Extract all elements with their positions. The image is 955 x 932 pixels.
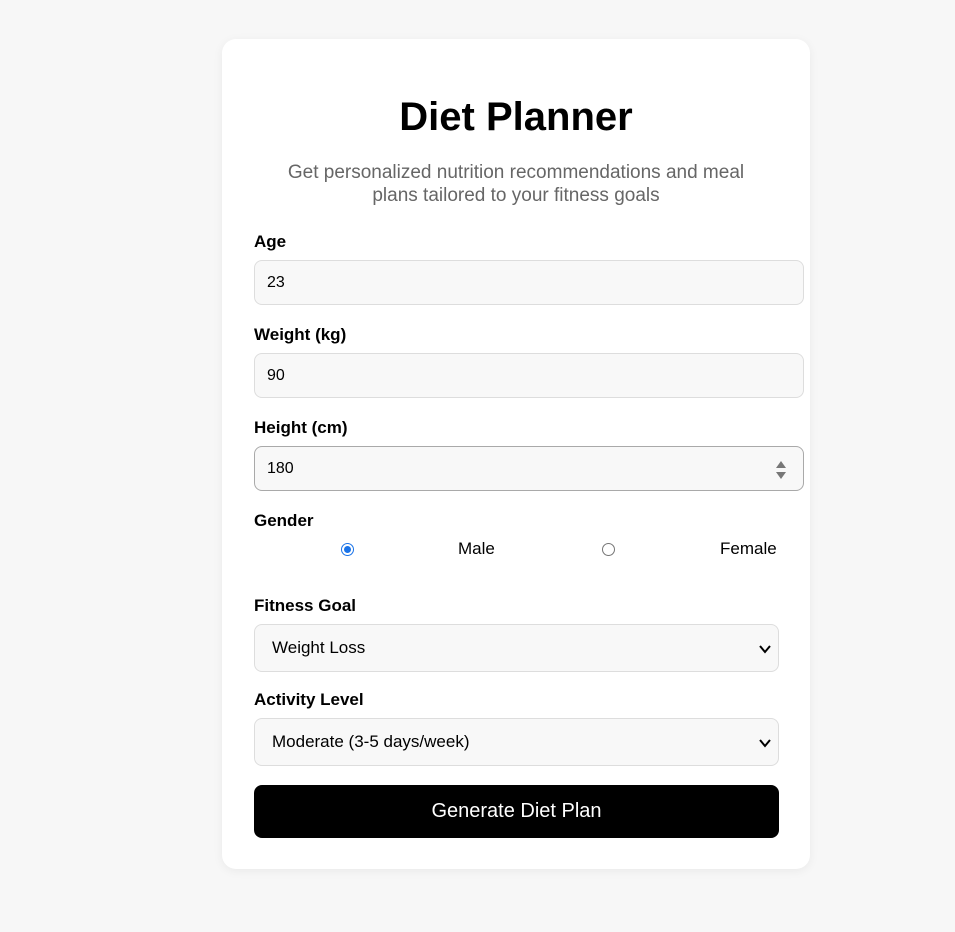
generate-diet-plan-button[interactable]: Generate Diet Plan — [254, 785, 779, 838]
page-title: Diet Planner — [399, 95, 633, 139]
activity-level-label: Activity Level — [254, 690, 364, 709]
activity-level-selected: Moderate (3-5 days/week) — [272, 732, 470, 751]
gender-label: Gender — [254, 511, 314, 530]
chevron-down-icon — [759, 645, 771, 654]
weight-input[interactable]: 90 — [254, 353, 804, 398]
gender-radio-group: Male Female — [254, 539, 779, 563]
activity-level-select[interactable]: Moderate (3-5 days/week) — [254, 718, 779, 766]
diet-planner-card: Diet Planner Get personalized nutrition … — [222, 39, 810, 869]
chevron-down-icon — [759, 739, 771, 748]
number-spinner-icon[interactable] — [775, 460, 787, 480]
weight-value: 90 — [267, 366, 285, 384]
height-value: 180 — [267, 459, 294, 477]
fitness-goal-selected: Weight Loss — [272, 638, 366, 657]
age-label: Age — [254, 232, 287, 251]
age-value: 23 — [267, 273, 285, 291]
height-label: Height (cm) — [254, 418, 348, 437]
fitness-goal-select[interactable]: Weight Loss — [254, 624, 779, 672]
gender-female-label[interactable]: Female — [720, 539, 777, 559]
fitness-goal-label: Fitness Goal — [254, 596, 357, 615]
age-input[interactable]: 23 — [254, 260, 804, 305]
weight-label: Weight (kg) — [254, 325, 347, 344]
gender-male-label[interactable]: Male — [458, 539, 495, 559]
page-subtitle: Get personalized nutrition recommendatio… — [287, 162, 745, 206]
gender-male-radio[interactable] — [341, 543, 354, 556]
height-input[interactable]: 180 — [254, 446, 804, 491]
gender-female-radio[interactable] — [602, 543, 615, 556]
